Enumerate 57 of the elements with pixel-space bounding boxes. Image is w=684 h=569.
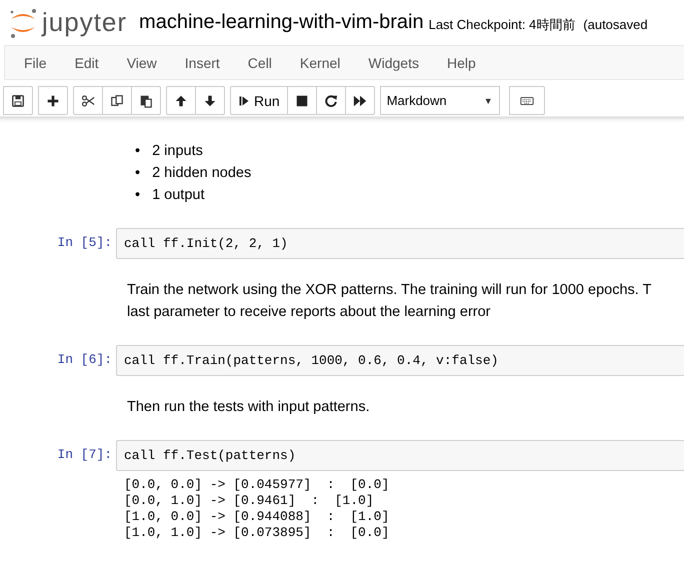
arrow-up-icon [174, 94, 188, 108]
logo-icon [8, 6, 38, 38]
run-button[interactable]: Run [230, 86, 288, 115]
plus-icon [46, 94, 60, 108]
output-line: [1.0, 1.0] -> [0.073895] : [0.0] [124, 525, 390, 541]
checkpoint-text: Last Checkpoint: 4時間前 [428, 16, 576, 34]
menu-item[interactable]: Insert [172, 54, 235, 70]
autosave-text: (autosaved [583, 17, 648, 32]
output-line: [0.0, 0.0] -> [0.045977] : [0.0] [124, 477, 390, 493]
cell-type-dropdown[interactable]: Markdown ▼ [380, 86, 500, 115]
bullet: • [135, 164, 140, 183]
output-line: [1.0, 0.0] -> [0.944088] : [1.0] [124, 509, 390, 525]
menu-item[interactable]: File [11, 54, 62, 70]
code-input[interactable]: call ff.Init(2, 2, 1) [116, 228, 684, 259]
markdown-text: last parameter to receive reports about the learning error [127, 303, 492, 322]
markdown-text: Then run the tests with input patterns. [127, 398, 371, 417]
list-item: 1 output [152, 186, 204, 205]
notebook-name[interactable]: machine-learning-with-vim-brain [139, 11, 424, 34]
insert-cell-button[interactable] [38, 86, 68, 115]
copy-icon [110, 94, 124, 108]
stop-button[interactable] [286, 86, 317, 115]
save-icon [11, 94, 25, 108]
paste-icon [139, 94, 153, 108]
menu-item[interactable]: Kernel [286, 54, 356, 70]
keyboard-button[interactable] [508, 86, 545, 115]
cut-button[interactable] [73, 86, 103, 115]
step-icon [238, 94, 250, 108]
bullet: • [135, 186, 140, 205]
menu-item[interactable]: Widgets [355, 54, 434, 70]
arrow-down-icon [203, 94, 217, 108]
scissors-icon [81, 94, 95, 108]
stop-icon [294, 94, 309, 108]
run-all-button[interactable] [344, 86, 375, 115]
menu-item[interactable]: Edit [62, 54, 114, 70]
copy-button[interactable] [102, 86, 132, 115]
output-line: [0.0, 1.0] -> [0.9461] : [1.0] [124, 493, 375, 509]
caret-icon: ▼ [484, 96, 493, 106]
restart-icon [324, 94, 338, 108]
code-input[interactable]: call ff.Test(patterns) [116, 440, 684, 471]
move-down-button[interactable] [195, 86, 225, 115]
list-item: 2 inputs [152, 142, 203, 161]
input-prompt: In [5]: [56, 234, 113, 252]
input-prompt: In [6]: [56, 351, 113, 369]
paste-button[interactable] [131, 86, 161, 115]
menu-item[interactable]: View [114, 54, 172, 70]
input-prompt: In [7]: [56, 446, 113, 464]
move-up-button[interactable] [166, 86, 196, 115]
menu-item[interactable]: Cell [234, 54, 287, 70]
menu-item[interactable]: Help [434, 54, 491, 70]
logo-text[interactable]: jupyter [42, 7, 128, 38]
list-item: 2 hidden nodes [152, 164, 252, 183]
save-button[interactable] [3, 86, 33, 115]
code-input[interactable]: call ff.Train(patterns, 1000, 0.6, 0.4, v:false) [116, 345, 684, 376]
fast-forward-icon [352, 94, 367, 108]
bullet: • [135, 142, 140, 161]
restart-button[interactable] [316, 86, 346, 115]
markdown-text: Train the network using the XOR patterns. The training will run for 1000 epochs. T [127, 281, 652, 300]
